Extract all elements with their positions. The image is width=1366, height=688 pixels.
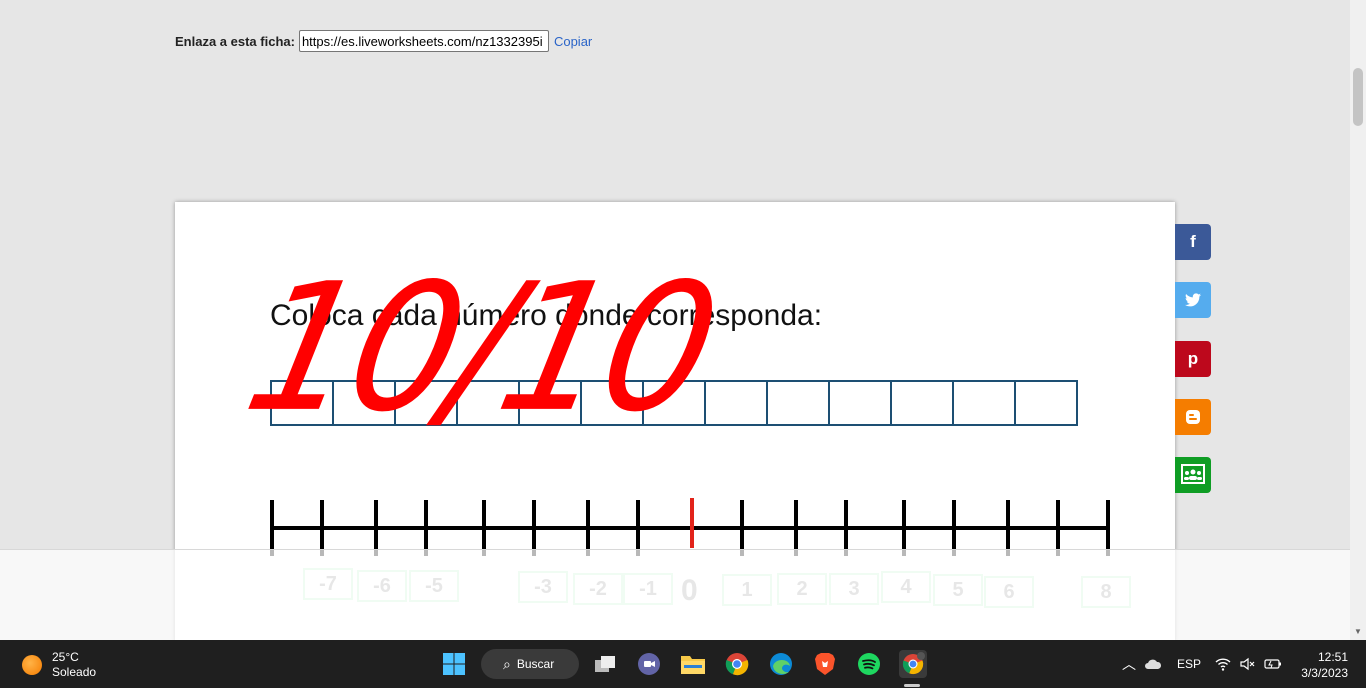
facebook-share-button[interactable]: f: [1175, 224, 1211, 260]
teams-chat-button[interactable]: [635, 650, 663, 678]
chat-icon: [638, 653, 660, 675]
weather-widget[interactable]: 25°C Soleado: [22, 650, 96, 680]
number-tile[interactable]: 8: [1081, 576, 1131, 608]
number-tile[interactable]: 4: [881, 571, 931, 603]
google-classroom-share-button[interactable]: [1175, 457, 1211, 493]
number-tile[interactable]: 3: [829, 573, 879, 605]
onedrive-button[interactable]: [1144, 640, 1162, 688]
chrome-active-button[interactable]: [899, 650, 927, 678]
zero-label: 0: [681, 574, 698, 607]
battery-icon: [1264, 659, 1281, 669]
link-label: Enlaza a esta ficha:: [175, 33, 295, 49]
number-tile[interactable]: -2: [573, 573, 623, 605]
edge-icon: [770, 653, 792, 675]
active-app-indicator: [904, 684, 920, 687]
wifi-icon: [1215, 658, 1231, 671]
copy-link[interactable]: Copiar: [554, 34, 592, 49]
twitter-share-button[interactable]: [1175, 282, 1211, 318]
facebook-icon: f: [1190, 232, 1196, 251]
number-tile[interactable]: -6: [357, 570, 407, 602]
chrome-icon: [725, 653, 749, 676]
scroll-down-arrow-icon[interactable]: ▼: [1354, 628, 1362, 636]
pinterest-icon: p: [1187, 349, 1199, 368]
volume-muted-icon: [1240, 657, 1255, 671]
wifi-button[interactable]: [1215, 640, 1231, 688]
task-view-button[interactable]: [591, 650, 619, 678]
number-tile[interactable]: 2: [777, 573, 827, 605]
weather-condition: Soleado: [52, 665, 97, 679]
file-explorer-button[interactable]: [679, 650, 707, 678]
windows-icon: [443, 653, 465, 675]
cloud-icon: [1145, 659, 1162, 669]
link-input[interactable]: [298, 30, 549, 52]
link-bar: Enlaza a esta ficha: Copiar: [175, 29, 592, 53]
number-tile[interactable]: 1: [722, 574, 772, 606]
language-label: ESP: [1177, 657, 1202, 671]
chrome-profile-icon: [902, 652, 925, 675]
number-tile[interactable]: 6: [984, 576, 1034, 608]
number-tile[interactable]: 5: [933, 574, 983, 606]
blogger-share-button[interactable]: [1175, 399, 1211, 435]
number-tile[interactable]: -5: [409, 570, 459, 602]
chrome-button[interactable]: [723, 650, 751, 678]
number-tile[interactable]: -3: [518, 571, 568, 603]
show-hidden-icons[interactable]: ︿: [1122, 640, 1136, 688]
language-indicator[interactable]: ESP: [1177, 640, 1201, 688]
chevron-up-icon: ︿: [1122, 656, 1136, 672]
task-view-icon: [595, 656, 615, 672]
vertical-scrollbar[interactable]: ▼: [1350, 0, 1366, 640]
blogger-icon: [1186, 410, 1200, 424]
start-button[interactable]: [440, 650, 468, 678]
search-label: Buscar: [516, 657, 555, 671]
search-icon: ⌕: [503, 655, 511, 672]
worksheet: Coloca cada número donde corresponda: 10…: [175, 202, 1175, 642]
scroll-thumb[interactable]: [1353, 68, 1363, 126]
number-tile[interactable]: -7: [303, 568, 353, 600]
taskbar-search[interactable]: ⌕ Buscar: [481, 649, 579, 679]
twitter-icon: [1185, 293, 1201, 307]
edge-button[interactable]: [767, 650, 795, 678]
spotify-button[interactable]: [855, 650, 883, 678]
classroom-icon: [1181, 464, 1205, 484]
system-clock[interactable]: 12:51 3/3/2023: [1301, 649, 1348, 681]
taskbar: 25°C Soleado ⌕ Buscar ︿ ESP 12:51 3/3/20…: [0, 640, 1366, 688]
spotify-icon: [858, 653, 880, 675]
volume-button[interactable]: [1240, 640, 1256, 688]
brave-button[interactable]: [811, 650, 839, 678]
pinterest-share-button[interactable]: p: [1175, 341, 1211, 377]
battery-button[interactable]: [1264, 640, 1282, 688]
number-tile[interactable]: -1: [623, 573, 673, 605]
clock-time: 12:51: [1317, 650, 1348, 664]
temperature: 25°C: [52, 650, 79, 664]
sun-icon: [22, 655, 42, 675]
brave-icon: [815, 653, 835, 675]
folder-icon: [681, 656, 705, 674]
clock-date: 3/3/2023: [1301, 666, 1348, 680]
